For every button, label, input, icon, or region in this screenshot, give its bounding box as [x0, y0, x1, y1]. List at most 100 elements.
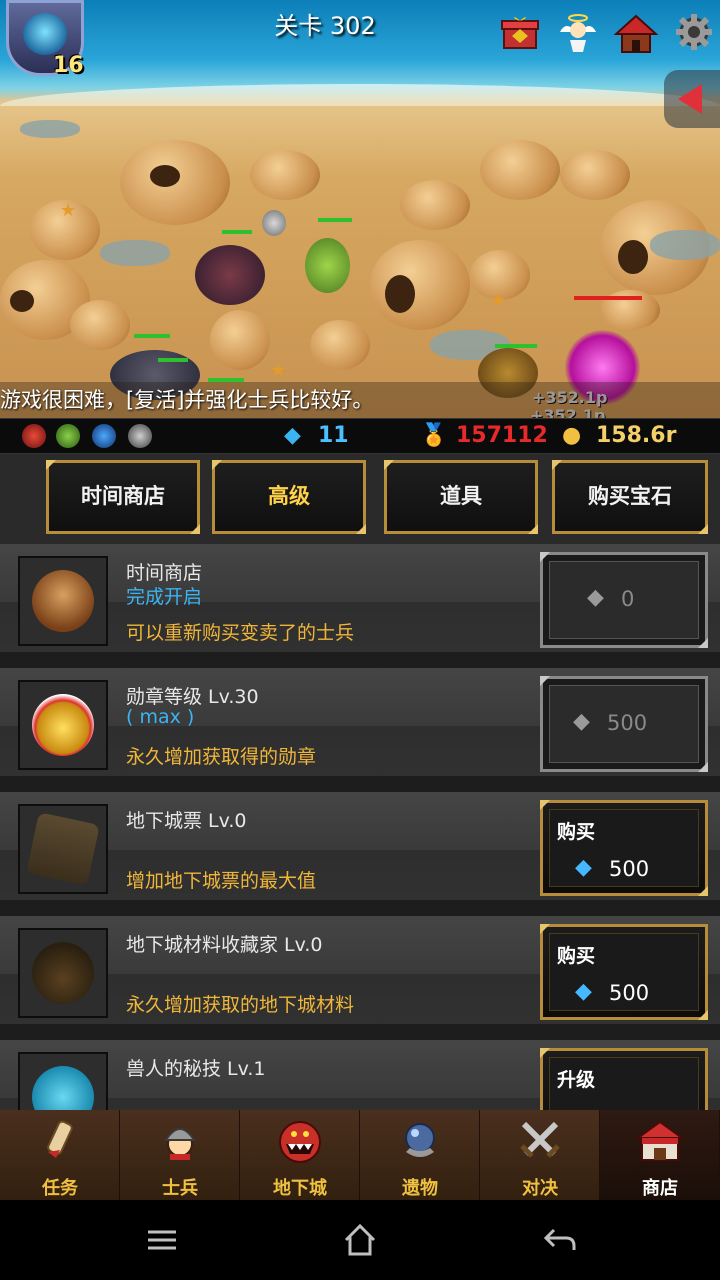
buy-button[interactable]: 购买 ◆ 500 [540, 924, 708, 1020]
item-name: 勋章等级 Lv.30 [126, 686, 259, 708]
green-hero-icon[interactable] [56, 424, 80, 448]
tab-items[interactable]: 道具 [384, 460, 538, 534]
merchant-icon [32, 570, 94, 632]
price: 500 [609, 857, 650, 881]
battle-scene[interactable]: ★ ★ ★ +352.1p +352.1p 16 关卡 302 游戏很困难，[复… [0, 0, 720, 418]
nav-label: 任务 [42, 1178, 78, 1199]
item-name: 时间商店 [126, 562, 203, 584]
scroll-message: 游戏很困难，[复活]并强化士兵比较好。 [0, 382, 720, 418]
orc-face-icon [32, 1066, 94, 1110]
gem-icon: ◆ [573, 709, 590, 734]
nav-shop[interactable]: 商店 [600, 1110, 720, 1200]
nav-duel[interactable]: 对决 [480, 1110, 600, 1200]
item-description: 可以重新购买变卖了的士兵 [126, 622, 355, 644]
ticket-icon [26, 812, 100, 886]
boss-hp-bar [574, 296, 642, 300]
nav-dungeon[interactable]: 地下城 [240, 1110, 360, 1200]
back-icon[interactable] [540, 1220, 580, 1260]
sand-rock [310, 320, 370, 370]
angel-icon[interactable] [556, 12, 600, 56]
item-status: 完成开启 [126, 586, 203, 608]
sand-rock [480, 140, 560, 200]
sand-rock [250, 150, 320, 200]
rock-hole [150, 165, 180, 187]
nav-label: 商店 [642, 1178, 678, 1199]
gem-count: 11 [318, 423, 349, 448]
resource-bar: ◆ 11 🏅 157112 ● 158.6r [0, 418, 720, 454]
price: 0 [621, 587, 635, 611]
home-icon[interactable] [340, 1220, 380, 1260]
nav-soldiers[interactable]: 士兵 [120, 1110, 240, 1200]
shop-tabs: 时间商店 高级 道具 购买宝石 [0, 454, 720, 544]
sand-rock [370, 240, 470, 330]
winged-medal-icon [32, 694, 94, 756]
menu-icon[interactable] [142, 1220, 182, 1260]
red-hero-icon[interactable] [22, 424, 46, 448]
button-label: 升级 [557, 1069, 596, 1091]
scroll-icon [36, 1118, 84, 1166]
item-description: 永久增加获取得的勋章 [126, 746, 317, 768]
nav-quests[interactable]: 任务 [0, 1110, 120, 1200]
soldier-knight[interactable] [262, 210, 286, 236]
gear-icon[interactable] [672, 12, 716, 56]
stage-title: 关卡 302 [274, 12, 376, 40]
soldier-archer[interactable] [305, 238, 350, 293]
collapse-arrow-button[interactable] [664, 70, 720, 128]
gold-count: 158.6r [596, 423, 677, 448]
puddle [650, 230, 720, 260]
tab-premium[interactable]: 高级 [212, 460, 366, 534]
item-thumbnail [18, 1052, 108, 1110]
nav-label: 对决 [522, 1178, 558, 1199]
nav-label: 遗物 [402, 1178, 438, 1199]
gift-box-icon[interactable] [498, 12, 542, 56]
upgrade-button[interactable]: 升级 [540, 1048, 708, 1110]
item-name: 兽人的秘技 Lv.1 [126, 1058, 266, 1080]
rock-hole [618, 240, 648, 274]
purchase-button[interactable]: ◆ 500 [540, 676, 708, 772]
puddle [20, 120, 80, 138]
item-thumbnail [18, 556, 108, 646]
shop-list[interactable]: 时间商店 完成开启 可以重新购买变卖了的士兵 ◆ 0 勋章等级 Lv.30 ( … [0, 544, 720, 1110]
shop-item-dungeon-collector: 地下城材料收藏家 Lv.0 永久增加获取的地下城材料 购买 ◆ 500 [0, 916, 720, 1032]
system-nav-bar [0, 1200, 720, 1280]
hp-bar [318, 218, 352, 222]
item-thumbnail [18, 804, 108, 894]
nav-relics[interactable]: 遗物 [360, 1110, 480, 1200]
orb-icon [396, 1118, 444, 1166]
item-description: 永久增加获取的地下城材料 [126, 994, 355, 1016]
item-name: 地下城票 Lv.0 [126, 810, 247, 832]
house-icon[interactable] [613, 12, 659, 56]
nav-label: 士兵 [162, 1178, 198, 1199]
blue-hero-icon[interactable] [92, 424, 116, 448]
shop-item-orc-technique: 兽人的秘技 Lv.1 升级 [0, 1040, 720, 1110]
ninja-hero-icon[interactable] [128, 424, 152, 448]
shop-item-time-shop: 时间商店 完成开启 可以重新购买变卖了的士兵 ◆ 0 [0, 544, 720, 660]
material-sack-icon [32, 942, 94, 1004]
bottom-nav: 任务 士兵 地下城 遗物 对决 商店 [0, 1110, 720, 1200]
gem-icon: ◆ [587, 585, 604, 610]
buy-button[interactable]: 购买 ◆ 500 [540, 800, 708, 896]
medal-icon: 🏅 [420, 423, 448, 448]
hp-bar [158, 358, 188, 362]
tab-time-shop[interactable]: 时间商店 [46, 460, 200, 534]
purchase-button[interactable]: ◆ 0 [540, 552, 708, 648]
gold-coin-icon: ● [562, 423, 582, 448]
item-thumbnail [18, 928, 108, 1018]
item-name: 地下城材料收藏家 Lv.0 [126, 934, 323, 956]
starfish: ★ [60, 200, 77, 221]
tab-buy-gems[interactable]: 购买宝石 [552, 460, 708, 534]
crossed-swords-icon [516, 1118, 564, 1166]
sand-rock [210, 310, 270, 370]
shop-item-medal-level: 勋章等级 Lv.30 ( max ) 永久增加获取得的勋章 ◆ 500 [0, 668, 720, 784]
gem-icon: ◆ [575, 855, 592, 880]
helmet-icon [156, 1118, 204, 1166]
price: 500 [607, 711, 648, 735]
gem-icon: ◆ [284, 423, 301, 448]
enemy-demon[interactable] [195, 245, 265, 305]
shop-item-dungeon-ticket: 地下城票 Lv.0 增加地下城票的最大值 购买 ◆ 500 [0, 792, 720, 908]
price: 500 [609, 981, 650, 1005]
monster-icon [276, 1118, 324, 1166]
sand-rock [400, 180, 470, 230]
rock-hole [10, 290, 34, 312]
sand-rock [70, 300, 130, 350]
